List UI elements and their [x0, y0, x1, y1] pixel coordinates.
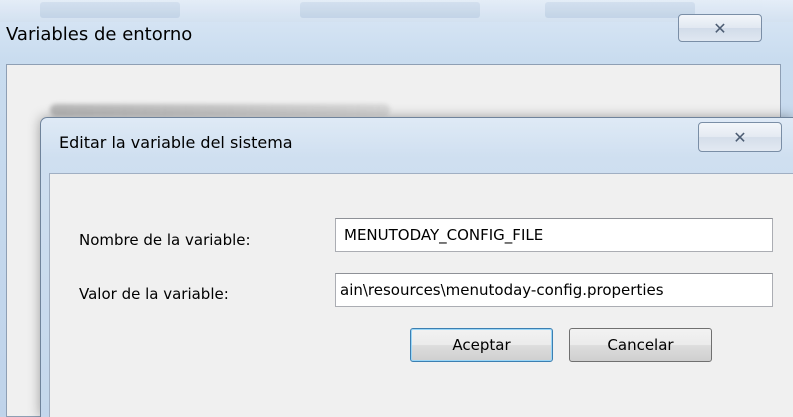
variable-value-input[interactable]: ain\resources\menutoday-config.propertie… [335, 273, 773, 307]
cancel-button[interactable]: Cancelar [569, 328, 712, 362]
background-tab [40, 2, 180, 18]
close-x-icon: ✕ [733, 127, 747, 147]
variable-value-value: ain\resources\menutoday-config.propertie… [340, 281, 664, 299]
edit-system-variable-dialog: Editar la variable del sistema ✕ Nombre … [40, 117, 793, 417]
background-tab [545, 2, 695, 18]
obscured-label [50, 104, 390, 116]
variable-value-label: Valor de la variable: [79, 285, 229, 303]
close-x-icon: ✕ [713, 18, 727, 38]
accept-button[interactable]: Aceptar [410, 328, 553, 362]
variable-name-input[interactable]: MENUTODAY_CONFIG_FILE [335, 218, 773, 252]
variable-name-label: Nombre de la variable: [79, 231, 251, 249]
window-close-button[interactable]: ✕ [678, 14, 762, 42]
dialog-close-button[interactable]: ✕ [698, 122, 782, 152]
variable-name-value: MENUTODAY_CONFIG_FILE [344, 226, 544, 244]
background-tab [300, 2, 480, 18]
dialog-client-area: Nombre de la variable: MENUTODAY_CONFIG_… [49, 173, 793, 417]
window-title: Variables de entorno [6, 24, 193, 45]
dialog-title: Editar la variable del sistema [59, 133, 293, 152]
background-tab-strip [0, 0, 793, 22]
